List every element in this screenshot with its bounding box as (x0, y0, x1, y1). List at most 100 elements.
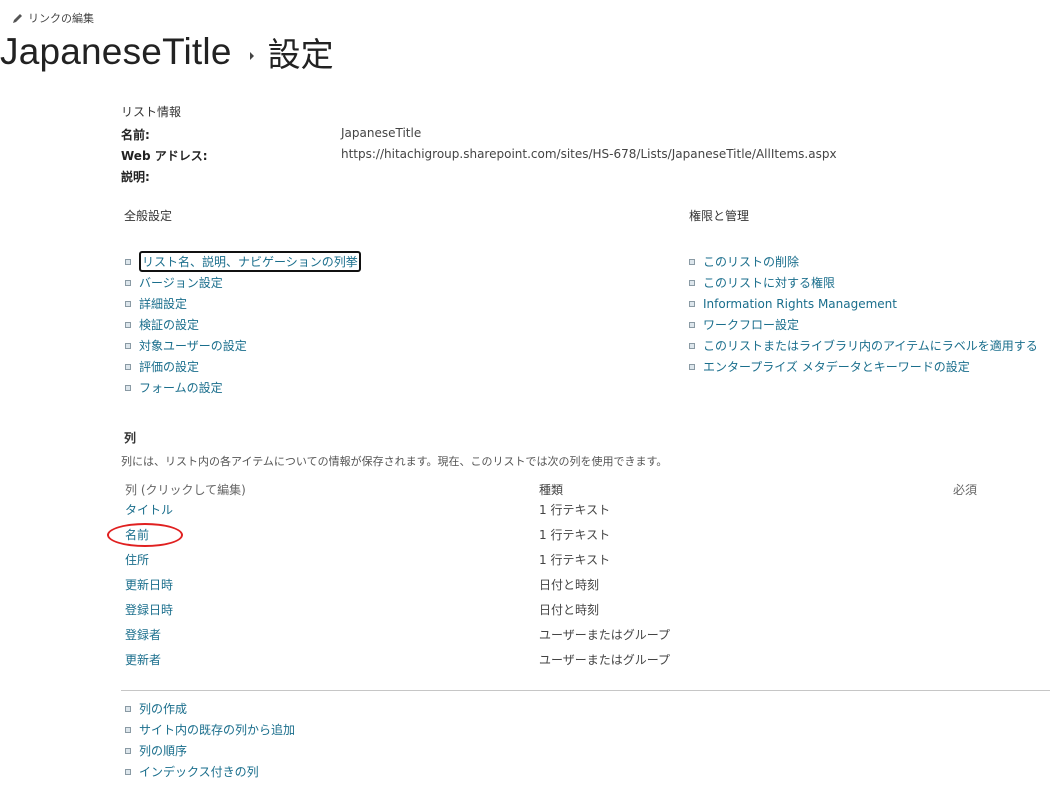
form-settings-link[interactable]: フォームの設定 (125, 377, 361, 398)
create-column-link[interactable]: 列の作成 (125, 698, 295, 719)
info-key: 名前: (121, 128, 150, 142)
audience-settings-link[interactable]: 対象ユーザーの設定 (125, 335, 361, 356)
site-title-link[interactable]: JapaneseTitle (0, 31, 232, 73)
link-label[interactable]: 評価の設定 (139, 358, 199, 375)
bullet-icon (689, 342, 695, 349)
delete-list-link[interactable]: このリストの削除 (689, 251, 1038, 272)
column-name-link[interactable]: 登録日時 (125, 601, 173, 618)
metadata-keywords-link[interactable]: エンタープライズ メタデータとキーワードの設定 (689, 356, 1038, 377)
columns-heading: 列 (124, 431, 137, 445)
list-name-description-link[interactable]: リスト名、説明、ナビゲーションの列挙 (125, 251, 361, 272)
bullet-icon (689, 258, 695, 265)
column-name-link[interactable]: 登録者 (125, 626, 161, 643)
bullet-icon (125, 363, 131, 370)
bullet-icon (689, 279, 695, 286)
bullet-icon (689, 321, 695, 328)
link-label[interactable]: このリストの削除 (703, 253, 799, 270)
info-row-name: 名前: JapaneseTitle (121, 126, 1021, 146)
column-type: 1 行テキスト (539, 553, 611, 567)
bullet-icon (125, 384, 131, 391)
link-label[interactable]: インデックス付きの列 (139, 763, 259, 780)
link-label[interactable]: 詳細設定 (139, 295, 187, 312)
column-name-link[interactable]: 名前 (107, 523, 183, 547)
column-name-link[interactable]: タイトル (125, 501, 173, 518)
bullet-icon (689, 300, 695, 307)
irm-link[interactable]: Information Rights Management (689, 293, 1038, 314)
table-row: 住所 1 行テキスト (121, 551, 1041, 576)
link-label[interactable]: Information Rights Management (703, 297, 897, 311)
columns-description: 列には、リスト内の各アイテムについての情報が保存されます。現在、このリストでは次… (121, 455, 668, 468)
bullet-icon (125, 279, 131, 286)
indexed-columns-link[interactable]: インデックス付きの列 (125, 761, 295, 782)
columns-table: 列 (クリックして編集) 種類 必須 タイトル 1 行テキスト 名前 1 行テキ… (107, 481, 1041, 676)
table-row: 名前 1 行テキスト (107, 523, 1041, 551)
column-type: ユーザーまたはグループ (539, 653, 671, 667)
page-title: 設定 (267, 36, 334, 73)
bullet-icon (125, 258, 131, 265)
breadcrumb: JapaneseTitle 設定 (0, 28, 334, 76)
header-column-required: 必須 (953, 483, 978, 497)
table-row: 登録日時 日付と時刻 (121, 601, 1041, 626)
workflow-settings-link[interactable]: ワークフロー設定 (689, 314, 1038, 335)
column-type: 日付と時刻 (539, 603, 600, 617)
column-type: 日付と時刻 (539, 578, 600, 592)
bullet-icon (125, 705, 131, 712)
divider (121, 690, 1050, 691)
column-name-link[interactable]: 更新日時 (125, 576, 173, 593)
permissions-heading: 権限と管理 (689, 209, 750, 223)
table-row: 登録者 ユーザーまたはグループ (121, 626, 1041, 651)
link-label[interactable]: サイト内の既存の列から追加 (139, 721, 295, 738)
bullet-icon (125, 768, 131, 775)
edit-links-label: リンクの編集 (28, 12, 94, 25)
info-value: https://hitachigroup.sharepoint.com/site… (341, 147, 837, 161)
validation-settings-link[interactable]: 検証の設定 (125, 314, 361, 335)
column-type: 1 行テキスト (539, 528, 611, 542)
bullet-icon (125, 300, 131, 307)
bullet-icon (125, 342, 131, 349)
rating-settings-link[interactable]: 評価の設定 (125, 356, 361, 377)
info-row-description: 説明: (121, 168, 1021, 188)
columns-table-header: 列 (クリックして編集) 種類 必須 (121, 481, 1041, 501)
permissions-list: このリストの削除 このリストに対する権限 Information Rights … (689, 251, 1038, 377)
link-label[interactable]: このリストに対する権限 (703, 274, 835, 291)
info-row-web-address: Web アドレス: https://hitachigroup.sharepoin… (121, 147, 1021, 167)
edit-links[interactable]: リンクの編集 (12, 10, 94, 26)
add-existing-column-link[interactable]: サイト内の既存の列から追加 (125, 719, 295, 740)
column-order-link[interactable]: 列の順序 (125, 740, 295, 761)
link-label[interactable]: フォームの設定 (139, 379, 223, 396)
link-label[interactable]: 対象ユーザーの設定 (139, 337, 247, 354)
column-type: 1 行テキスト (539, 503, 611, 517)
header-column-name: 列 (クリックして編集) (125, 483, 246, 497)
advanced-settings-link[interactable]: 詳細設定 (125, 293, 361, 314)
link-label[interactable]: リスト名、説明、ナビゲーションの列挙 (139, 251, 361, 272)
table-row: タイトル 1 行テキスト (121, 501, 1041, 526)
link-label[interactable]: ワークフロー設定 (703, 316, 799, 333)
link-label[interactable]: 列の作成 (139, 700, 187, 717)
bullet-icon (125, 747, 131, 754)
list-info-heading: リスト情報 (121, 105, 182, 119)
info-key: 説明: (121, 170, 150, 184)
link-label[interactable]: 列の順序 (139, 742, 187, 759)
highlight-oval (107, 523, 183, 547)
bullet-icon (125, 321, 131, 328)
column-name-link[interactable]: 更新者 (125, 651, 161, 668)
general-settings-heading: 全般設定 (124, 209, 173, 223)
header-column-type: 種類 (539, 483, 564, 497)
bullet-icon (689, 363, 695, 370)
link-label[interactable]: 検証の設定 (139, 316, 199, 333)
column-actions-list: 列の作成 サイト内の既存の列から追加 列の順序 インデックス付きの列 (125, 698, 295, 782)
column-name-link[interactable]: 住所 (125, 551, 149, 568)
column-type: ユーザーまたはグループ (539, 628, 671, 642)
table-row: 更新者 ユーザーまたはグループ (121, 651, 1041, 676)
link-label[interactable]: エンタープライズ メタデータとキーワードの設定 (703, 358, 970, 375)
apply-label-link[interactable]: このリストまたはライブラリ内のアイテムにラベルを適用する (689, 335, 1038, 356)
list-permissions-link[interactable]: このリストに対する権限 (689, 272, 1038, 293)
bullet-icon (125, 726, 131, 733)
table-row: 更新日時 日付と時刻 (121, 576, 1041, 601)
link-label[interactable]: このリストまたはライブラリ内のアイテムにラベルを適用する (703, 337, 1038, 354)
general-settings-list: リスト名、説明、ナビゲーションの列挙 バージョン設定 詳細設定 検証の設定 対象… (125, 251, 361, 398)
link-label[interactable]: バージョン設定 (139, 274, 223, 291)
version-settings-link[interactable]: バージョン設定 (125, 272, 361, 293)
info-value: JapaneseTitle (341, 126, 422, 140)
info-key: Web アドレス: (121, 149, 208, 163)
